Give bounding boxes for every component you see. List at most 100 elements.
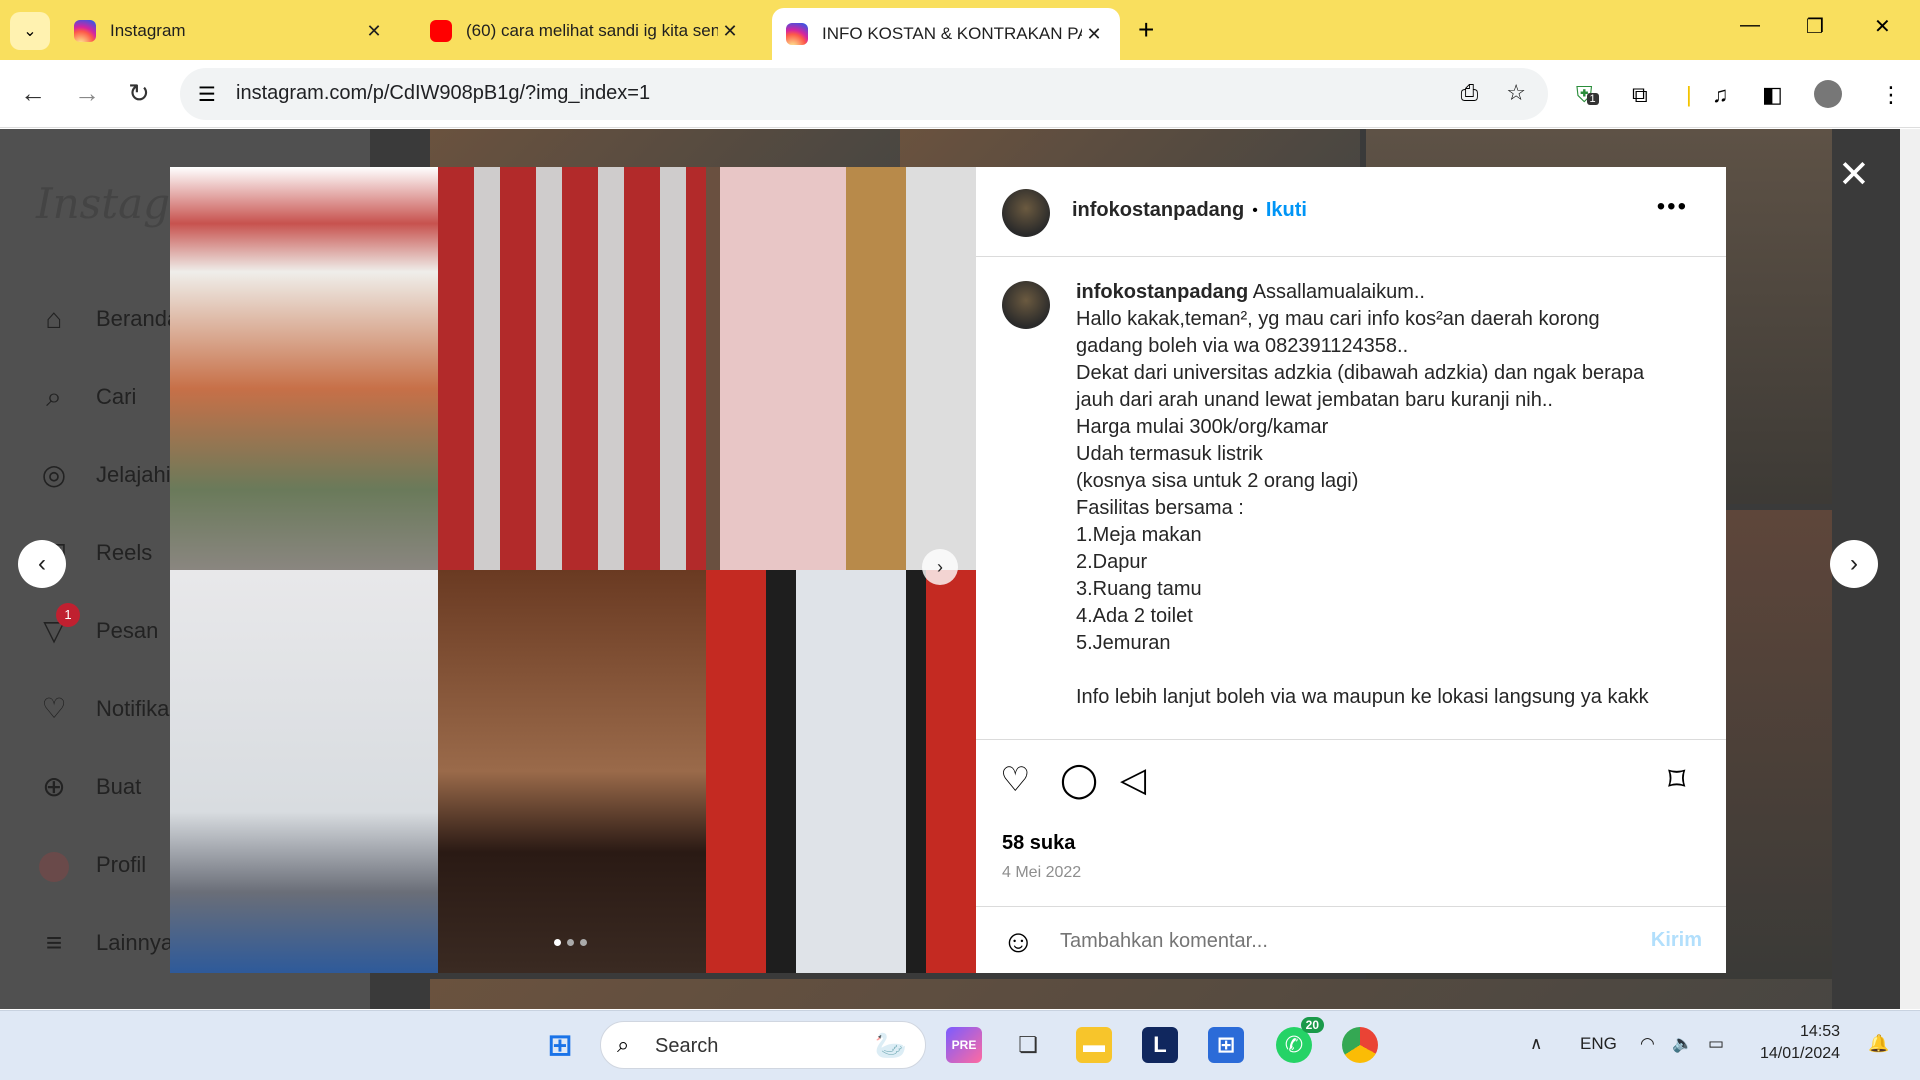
sidebar-item-jelajahi[interactable]: ◎ Jelajahi xyxy=(36,457,171,493)
volume-icon[interactable]: 🔈 xyxy=(1672,1034,1693,1054)
install-app-icon[interactable]: ⎙ xyxy=(1461,80,1479,106)
microsoft-store-icon[interactable]: ⊞ xyxy=(1208,1027,1244,1063)
media-control-icon[interactable]: ♫ xyxy=(1712,82,1729,108)
reload-icon[interactable]: ↻ xyxy=(128,78,150,109)
sidebar-item-cari[interactable]: ⌕ Cari xyxy=(36,379,136,415)
app-l-icon[interactable]: L xyxy=(1142,1027,1178,1063)
menu-icon: ≡ xyxy=(45,927,63,958)
file-explorer-icon[interactable]: ▬ xyxy=(1076,1027,1112,1063)
room-curtains-photo xyxy=(706,167,976,570)
youtube-icon xyxy=(430,20,452,42)
caption-line: Harga mulai 300k/org/kamar xyxy=(1076,416,1329,438)
sidebar-item-pesan[interactable]: ▽ 1 Pesan xyxy=(36,603,158,649)
close-icon[interactable]: ✕ xyxy=(362,21,386,42)
window-close-icon[interactable]: ✕ xyxy=(1874,14,1891,39)
tab-instagram[interactable]: Instagram ✕ xyxy=(60,10,400,52)
notification-icon[interactable]: 🔔 xyxy=(1868,1034,1889,1054)
house-exterior-photo xyxy=(170,167,438,570)
caption-line: 3.Ruang tamu xyxy=(1076,578,1202,600)
taskbar-search-label: Search xyxy=(655,1035,719,1057)
living-room-photo xyxy=(706,570,976,973)
copilot-icon[interactable]: PRE xyxy=(946,1027,982,1063)
caption-line: Info lebih lanjut boleh via wa maupun ke… xyxy=(1076,686,1649,708)
tab-youtube[interactable]: (60) cara melihat sandi ig kita sendiri … xyxy=(416,10,756,52)
page-scrollbar[interactable] xyxy=(1900,129,1920,1009)
post-header: infokostanpadang • Ikuti ••• xyxy=(976,167,1726,257)
sidebar-item-buat[interactable]: ⊕ Buat xyxy=(36,769,141,805)
follow-button[interactable]: Ikuti xyxy=(1266,199,1307,222)
restore-icon[interactable]: ❐ xyxy=(1806,14,1824,39)
sidebar-item-beranda[interactable]: ⌂ Beranda xyxy=(36,301,180,337)
taskbar-search[interactable]: ⌕ Search 🦢 xyxy=(600,1021,926,1069)
author-username[interactable]: infokostanpadang xyxy=(1072,199,1244,222)
striped-wall-photo xyxy=(438,167,706,570)
save-bookmark-icon[interactable]: ⌑ xyxy=(1668,760,1685,800)
address-bar[interactable]: ☰ instagram.com/p/CdIW908pB1g/?img_index… xyxy=(180,68,1548,120)
close-icon[interactable]: ✕ xyxy=(718,21,742,42)
close-icon[interactable]: ✕ xyxy=(1082,24,1106,45)
extension-shield-icon[interactable]: ⛨1 xyxy=(1576,82,1599,108)
caption-line: Hallo kakak,teman², yg mau cari info kos… xyxy=(1076,308,1600,330)
chevron-down-icon: ⌄ xyxy=(23,23,37,40)
send-comment-button[interactable]: Kirim xyxy=(1651,929,1702,952)
extension-badge: 1 xyxy=(1586,93,1599,105)
extensions-puzzle-icon[interactable]: ⧉ xyxy=(1632,82,1648,108)
likes-count[interactable]: 58 suka xyxy=(1002,832,1075,855)
post-actions: ♡ ◯ ◁ ⌑ 58 suka 4 Mei 2022 ☺ Kirim xyxy=(976,739,1726,973)
minimize-icon[interactable]: — xyxy=(1740,14,1760,37)
instagram-icon xyxy=(74,20,96,42)
windows-start-icon[interactable]: ⊞ xyxy=(542,1027,578,1063)
chrome-icon[interactable] xyxy=(1342,1027,1378,1063)
profile-avatar[interactable] xyxy=(1814,80,1842,108)
new-tab-plus-icon[interactable]: + xyxy=(1138,14,1154,46)
post-media-carousel: › xyxy=(170,167,976,973)
caption-author-avatar[interactable] xyxy=(1002,281,1050,329)
search-icon: ⌕ xyxy=(46,381,62,412)
previous-post-button[interactable]: ‹ xyxy=(18,540,66,588)
avatar-icon xyxy=(36,847,72,883)
sidebar-item-profil[interactable]: Profil xyxy=(36,847,146,883)
url-text[interactable]: instagram.com/p/CdIW908pB1g/?img_index=1 xyxy=(236,82,650,105)
forward-arrow-icon[interactable]: → xyxy=(74,78,100,109)
caption-username[interactable]: infokostanpadang xyxy=(1076,281,1248,303)
sidebar-item-lainnya[interactable]: ≡ Lainnya xyxy=(36,925,173,961)
back-arrow-icon[interactable]: ← xyxy=(20,78,46,109)
carousel-next-button[interactable]: › xyxy=(922,549,958,585)
compass-icon: ◎ xyxy=(41,459,67,490)
comment-bar: ☺ Kirim xyxy=(976,906,1726,974)
chevron-up-icon[interactable]: ∧ xyxy=(1530,1034,1542,1054)
home-icon: ⌂ xyxy=(45,303,63,334)
share-send-icon[interactable]: ◁ xyxy=(1120,760,1146,800)
clock-time: 14:53 xyxy=(1800,1023,1841,1040)
task-view-icon[interactable]: ❏ xyxy=(1010,1027,1046,1063)
bookmark-star-icon[interactable]: ☆ xyxy=(1506,80,1526,106)
author-avatar[interactable] xyxy=(1002,189,1050,237)
tab-title: Instagram xyxy=(110,21,186,40)
kebab-menu-icon[interactable]: ⋮ xyxy=(1880,82,1902,108)
chevron-right-icon: › xyxy=(1850,550,1858,577)
battery-icon[interactable]: ▭ xyxy=(1708,1034,1724,1054)
language-indicator[interactable]: ENG xyxy=(1580,1034,1617,1054)
whatsapp-badge: 20 xyxy=(1300,1017,1324,1033)
like-heart-icon[interactable]: ♡ xyxy=(1000,760,1030,800)
carousel-dot xyxy=(580,939,587,946)
close-modal-icon[interactable]: ✕ xyxy=(1838,152,1870,197)
side-panel-icon[interactable]: ◧ xyxy=(1762,82,1783,108)
wifi-icon[interactable]: ◠ xyxy=(1640,1034,1655,1054)
sidebar-item-notifikasi[interactable]: ♡ Notifikasi xyxy=(36,691,185,727)
comment-input[interactable] xyxy=(1060,925,1600,957)
more-options-icon[interactable]: ••• xyxy=(1657,193,1688,221)
comment-icon[interactable]: ◯ xyxy=(1060,760,1098,800)
tab-title: (60) cara melihat sandi ig kita sendiri xyxy=(466,21,718,40)
caption-line: 5.Jemuran xyxy=(1076,632,1171,654)
site-info-icon[interactable]: ☰ xyxy=(198,82,216,107)
emoji-icon[interactable]: ☺ xyxy=(1002,923,1035,960)
instagram-icon xyxy=(786,23,808,45)
carousel-dot-active xyxy=(554,939,561,946)
tab-info-kostan[interactable]: INFO KOSTAN & KONTRAKAN PADANG ✕ xyxy=(772,8,1120,60)
system-clock[interactable]: 14:53 14/01/2024 xyxy=(1760,1021,1840,1065)
next-post-button[interactable]: › xyxy=(1830,540,1878,588)
tab-search-button[interactable]: ⌄ xyxy=(10,12,50,50)
whatsapp-icon[interactable]: ✆ 20 xyxy=(1276,1017,1324,1063)
browser-tab-strip: ⌄ Instagram ✕ (60) cara melihat sandi ig… xyxy=(0,0,1920,60)
